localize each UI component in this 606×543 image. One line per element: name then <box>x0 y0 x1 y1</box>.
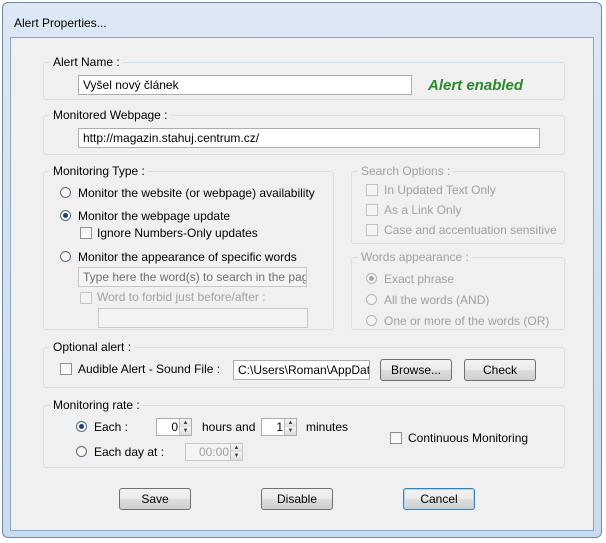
minutes-label: minutes <box>306 420 349 434</box>
monitored-webpage-label: Monitored Webpage : <box>50 108 171 122</box>
as-link-only-label[interactable]: As a Link Only <box>384 203 461 217</box>
specific-words-label[interactable]: Monitor the appearance of specific words <box>78 250 297 264</box>
audible-alert-label[interactable]: Audible Alert - Sound File : <box>78 362 220 376</box>
minutes-spin-buttons: ▲ ▼ <box>284 419 296 435</box>
updated-text-only-label[interactable]: In Updated Text Only <box>384 183 496 197</box>
hours-value: 0 <box>171 420 178 434</box>
update-radio[interactable] <box>60 210 71 221</box>
updated-text-only-checkbox[interactable] <box>366 184 378 196</box>
words-input[interactable]: Type here the word(s) to search in the p… <box>78 267 307 287</box>
each-label[interactable]: Each : <box>94 420 128 434</box>
monitoring-type-label: Monitoring Type : <box>50 164 148 178</box>
forbid-word-label[interactable]: Word to forbid just before/after : <box>97 290 266 304</box>
check-button[interactable]: Check <box>464 359 536 381</box>
exact-phrase-radio[interactable] <box>366 273 377 284</box>
hours-down-arrow-icon[interactable]: ▼ <box>180 427 191 435</box>
hours-and-label: hours and <box>202 420 256 434</box>
words-appearance-group: Words appearance : Exact phrase All the … <box>351 250 565 330</box>
all-words-label[interactable]: All the words (AND) <box>384 293 489 307</box>
each-day-label[interactable]: Each day at : <box>94 445 164 459</box>
words-appearance-label: Words appearance : <box>358 250 472 264</box>
monitoring-rate-label: Monitoring rate : <box>50 398 143 412</box>
time-spin-buttons: ▲ ▼ <box>230 444 242 460</box>
hours-spinner[interactable]: 0 ▲ ▼ <box>156 418 192 436</box>
optional-alert-label: Optional alert : <box>50 340 135 354</box>
case-sensitive-checkbox[interactable] <box>366 224 378 236</box>
time-down-arrow-icon[interactable]: ▼ <box>231 452 242 460</box>
search-options-label: Search Options : <box>358 164 454 178</box>
ignore-numbers-label[interactable]: Ignore Numbers-Only updates <box>97 226 258 240</box>
one-or-more-radio[interactable] <box>366 315 377 326</box>
webpage-url-input[interactable]: http://magazin.stahuj.centrum.cz/ <box>78 128 540 148</box>
hours-spin-buttons: ▲ ▼ <box>179 419 191 435</box>
dialog-window: Alert Properties... Alert Name : Vyšel n… <box>2 2 602 538</box>
monitoring-type-group: Monitoring Type : Monitor the website (o… <box>43 164 334 330</box>
ignore-numbers-checkbox[interactable] <box>80 227 92 239</box>
optional-alert-group: Optional alert : Audible Alert - Sound F… <box>43 340 565 388</box>
save-button[interactable]: Save <box>119 488 191 510</box>
forbid-word-checkbox[interactable] <box>80 292 92 304</box>
title-bar[interactable]: Alert Properties... <box>3 3 601 33</box>
alert-name-label: Alert Name : <box>50 55 123 69</box>
minutes-down-arrow-icon[interactable]: ▼ <box>285 427 296 435</box>
forbid-word-input[interactable] <box>98 308 308 328</box>
each-radio[interactable] <box>76 421 87 432</box>
minutes-value: 1 <box>276 420 283 434</box>
dialog-client-area: Alert Name : Vyšel nový článek Alert ena… <box>10 37 594 531</box>
browse-button[interactable]: Browse... <box>380 359 452 381</box>
monitoring-rate-group: Monitoring rate : Each : 0 ▲ ▼ hours and… <box>43 398 565 468</box>
minutes-spinner[interactable]: 1 ▲ ▼ <box>261 418 297 436</box>
case-sensitive-label[interactable]: Case and accentuation sensitive <box>384 223 557 237</box>
exact-phrase-label[interactable]: Exact phrase <box>384 272 454 286</box>
continuous-monitoring-label[interactable]: Continuous Monitoring <box>408 431 528 445</box>
alert-enabled-status: Alert enabled <box>428 77 524 94</box>
sound-file-input[interactable]: C:\Users\Roman\AppData\ <box>233 360 370 380</box>
cancel-button[interactable]: Cancel <box>403 488 475 510</box>
time-value: 00:00 <box>198 445 229 459</box>
one-or-more-label[interactable]: One or more of the words (OR) <box>384 314 549 328</box>
alert-name-input[interactable]: Vyšel nový článek <box>78 75 412 95</box>
specific-words-radio[interactable] <box>60 251 71 262</box>
monitored-webpage-group: Monitored Webpage : http://magazin.stahu… <box>43 108 565 155</box>
availability-label[interactable]: Monitor the website (or webpage) availab… <box>78 186 315 200</box>
all-words-radio[interactable] <box>366 294 377 305</box>
audible-alert-checkbox[interactable] <box>60 363 72 375</box>
as-link-only-checkbox[interactable] <box>366 204 378 216</box>
window-title: Alert Properties... <box>14 16 107 30</box>
availability-radio[interactable] <box>60 187 71 198</box>
continuous-monitoring-checkbox[interactable] <box>390 432 402 444</box>
each-day-radio[interactable] <box>76 446 87 457</box>
time-spinner[interactable]: 00:00 ▲ ▼ <box>185 443 243 461</box>
alert-name-group: Alert Name : Vyšel nový článek Alert ena… <box>43 55 565 100</box>
search-options-group: Search Options : In Updated Text Only As… <box>351 164 565 244</box>
update-label[interactable]: Monitor the webpage update <box>78 209 230 223</box>
disable-button[interactable]: Disable <box>261 488 333 510</box>
